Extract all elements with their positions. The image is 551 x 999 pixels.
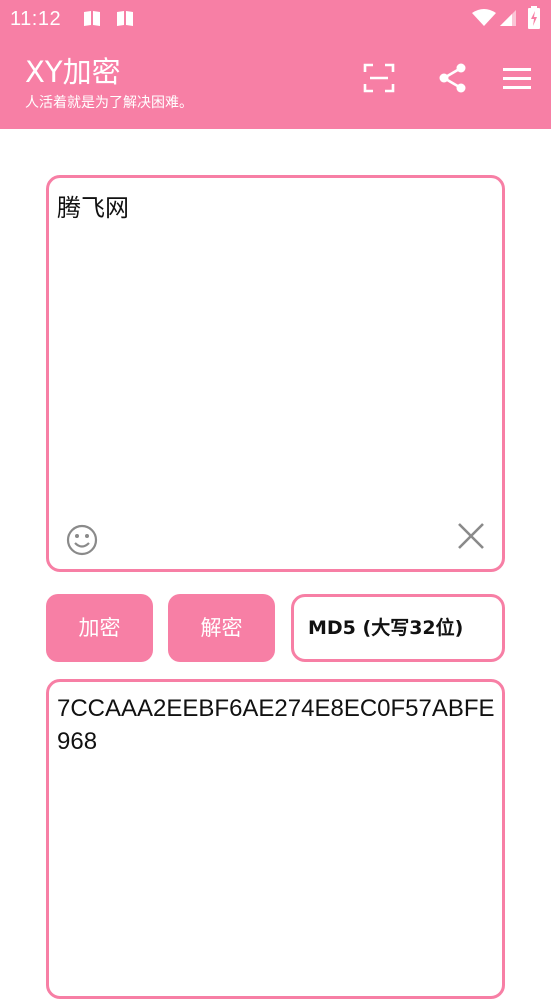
battery-charging-icon — [528, 6, 540, 29]
share-icon[interactable] — [437, 62, 469, 94]
app-title: XY加密 — [25, 55, 121, 89]
notification-book-icon — [84, 11, 100, 26]
clear-icon[interactable] — [454, 519, 488, 553]
app-bar: XY加密 人活着就是为了解决困难。 — [0, 38, 551, 129]
app-subtitle: 人活着就是为了解决困难。 — [25, 95, 193, 111]
status-bar: 11:12 — [0, 0, 551, 38]
notification-book-icon — [117, 11, 133, 26]
emoji-icon[interactable] — [65, 523, 99, 557]
decrypt-button[interactable]: 解密 — [168, 594, 275, 662]
input-text[interactable]: 腾飞网 — [57, 188, 129, 223]
status-time: 11:12 — [10, 8, 62, 30]
scan-icon[interactable] — [363, 62, 395, 94]
algorithm-select[interactable]: MD5 (大写32位) — [291, 594, 505, 662]
output-text[interactable]: 7CCAAA2EEBF6AE274E8EC0F57ABFE968 — [57, 692, 497, 758]
wifi-icon — [472, 9, 496, 26]
output-textarea[interactable]: 7CCAAA2EEBF6AE274E8EC0F57ABFE968 — [46, 679, 505, 999]
signal-icon — [500, 10, 516, 26]
input-textarea[interactable]: 腾飞网 — [46, 175, 505, 572]
menu-icon[interactable] — [501, 62, 533, 94]
encrypt-button[interactable]: 加密 — [46, 594, 153, 662]
